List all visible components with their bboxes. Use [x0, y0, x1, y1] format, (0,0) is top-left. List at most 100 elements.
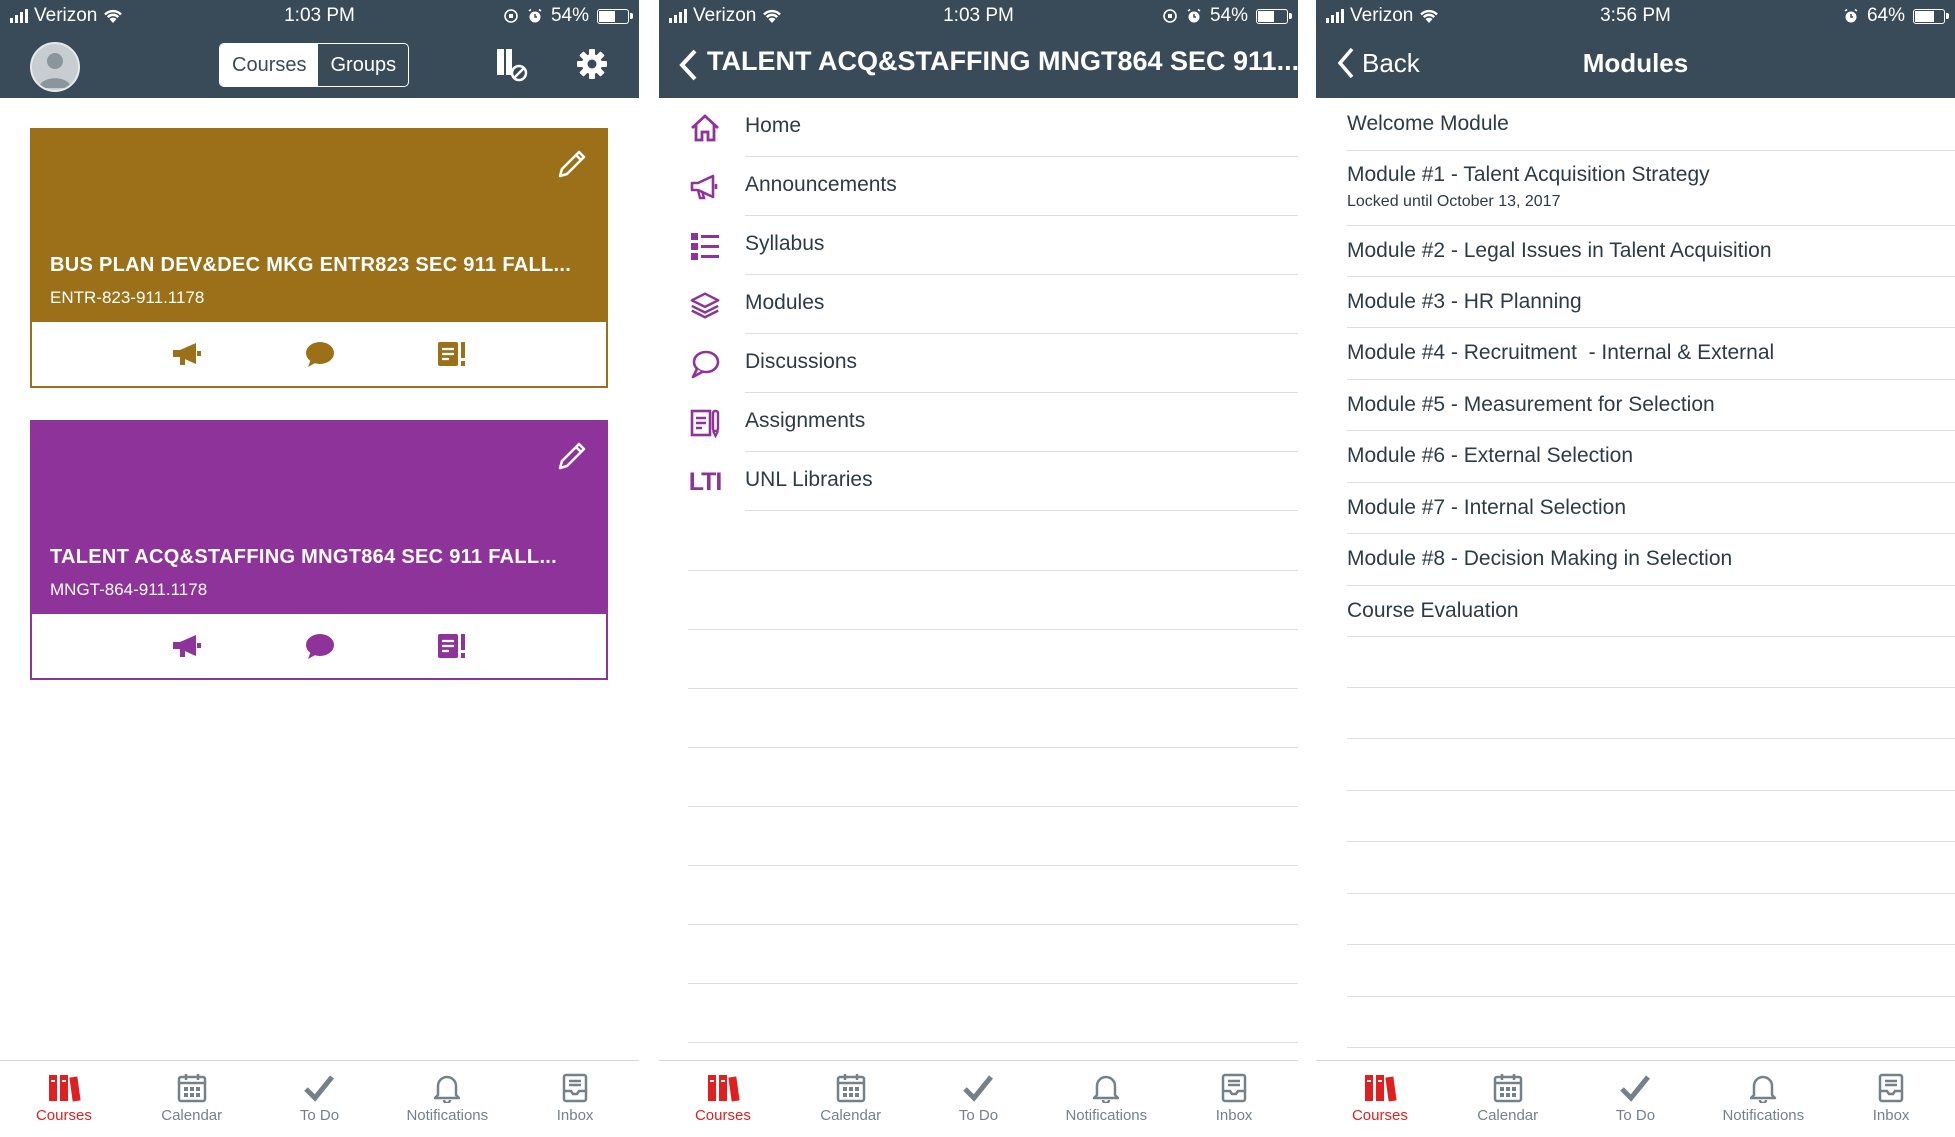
module-title: Module #5 - Measurement for Selection	[1347, 393, 1715, 416]
discussions-bubble-icon[interactable]	[304, 340, 336, 368]
menu-item-discussions[interactable]: Discussions	[659, 334, 1298, 393]
edit-dashboard-icon[interactable]	[493, 46, 531, 84]
course-card[interactable]: BUS PLAN DEV&DEC MKG ENTR823 SEC 911 FAL…	[30, 128, 608, 388]
checkmark-icon	[963, 1075, 994, 1102]
battery-icon	[597, 8, 633, 24]
menu-item-modules[interactable]: Modules	[659, 275, 1298, 334]
tab-label: To Do	[1615, 1107, 1656, 1124]
course-card-actions	[32, 614, 606, 678]
courses-icon	[48, 1075, 81, 1102]
chat-bubble-icon	[691, 350, 720, 379]
tab-label: Notifications	[1722, 1107, 1805, 1124]
menu-item-syllabus[interactable]: Syllabus	[659, 216, 1298, 275]
module-row[interactable]: Module #8 - Decision Making in Selection	[1347, 533, 1955, 586]
module-row[interactable]: Module #6 - External Selection	[1347, 430, 1955, 483]
groups-segment[interactable]: Groups	[318, 44, 408, 86]
back-chevron-icon[interactable]	[677, 48, 699, 82]
tab-label: Courses	[1351, 1107, 1408, 1124]
menu-item-label: Discussions	[745, 350, 858, 373]
tab-courses[interactable]: Courses	[1316, 1061, 1444, 1137]
module-row[interactable]: Module #4 - Recruitment - Internal & Ext…	[1347, 327, 1955, 380]
tab-label: Notifications	[1065, 1107, 1148, 1124]
inbox-icon	[562, 1073, 588, 1103]
settings-gear-icon[interactable]	[574, 46, 610, 82]
courses-groups-toggle: Courses Groups	[219, 43, 410, 87]
module-row[interactable]: Module #3 - HR Planning	[1347, 276, 1955, 328]
course-card-header[interactable]: TALENT ACQ&STAFFING MNGT864 SEC 911 FALL…	[32, 422, 606, 614]
tab-inbox[interactable]: Inbox	[1170, 1061, 1298, 1137]
course-card[interactable]: TALENT ACQ&STAFFING MNGT864 SEC 911 FALL…	[30, 420, 608, 680]
courses-icon	[1364, 1075, 1397, 1102]
course-menu-screen: Verizon 1:03 PM 54% TALENT ACQ&STAFFING …	[659, 0, 1298, 1137]
course-card-actions	[32, 322, 606, 386]
course-code: ENTR-823-911.1178	[50, 288, 205, 307]
module-title: Module #6 - External Selection	[1347, 444, 1633, 467]
module-row[interactable]: Module #5 - Measurement for Selection	[1347, 379, 1955, 431]
tab-todo[interactable]: To Do	[915, 1061, 1043, 1137]
edit-pencil-icon[interactable]	[554, 146, 590, 182]
tab-calendar[interactable]: Calendar	[1444, 1061, 1572, 1137]
avatar[interactable]	[30, 42, 80, 92]
checkmark-icon	[1620, 1075, 1651, 1102]
module-row[interactable]: Welcome Module	[1347, 98, 1955, 151]
discussions-bubble-icon[interactable]	[304, 632, 336, 660]
nav-bar: Courses Groups	[0, 32, 639, 98]
tab-label: Notifications	[406, 1107, 489, 1124]
tab-notifications[interactable]: Notifications	[383, 1061, 511, 1137]
edit-pencil-icon[interactable]	[554, 438, 590, 474]
menu-item-announcements[interactable]: Announcements	[659, 157, 1298, 216]
tab-notifications[interactable]: Notifications	[1042, 1061, 1170, 1137]
modules-screen: Verizon 3:56 PM 64% Back Modules Welcome…	[1316, 0, 1955, 1137]
tab-inbox[interactable]: Inbox	[511, 1061, 639, 1137]
alarm-icon	[1844, 8, 1858, 23]
status-bar: Verizon 3:56 PM 64%	[1316, 0, 1955, 32]
courses-icon	[707, 1075, 740, 1102]
tab-label: To Do	[299, 1107, 340, 1124]
module-row[interactable]: Module #7 - Internal Selection	[1347, 482, 1955, 534]
assignments-icon[interactable]	[436, 632, 468, 660]
tab-courses[interactable]: Courses	[0, 1061, 128, 1137]
tab-notifications[interactable]: Notifications	[1699, 1061, 1827, 1137]
assignments-icon[interactable]	[436, 340, 468, 368]
status-right: 54%	[503, 5, 633, 27]
module-title: Module #8 - Decision Making in Selection	[1347, 547, 1733, 570]
checkmark-icon	[304, 1075, 335, 1102]
module-title: Course Evaluation	[1347, 599, 1519, 622]
module-title: Module #4 - Recruitment - Internal & Ext…	[1347, 341, 1775, 364]
lti-text: LTI	[688, 467, 723, 496]
tab-calendar[interactable]: Calendar	[128, 1061, 256, 1137]
module-row[interactable]: Course Evaluation	[1347, 585, 1955, 637]
tab-calendar[interactable]: Calendar	[787, 1061, 915, 1137]
tab-todo[interactable]: To Do	[1572, 1061, 1700, 1137]
calendar-icon	[836, 1074, 865, 1103]
bell-icon	[1093, 1075, 1120, 1103]
tab-bar: Courses Calendar To Do Notifications Inb…	[659, 1060, 1298, 1137]
tab-courses[interactable]: Courses	[659, 1061, 787, 1137]
tab-inbox[interactable]: Inbox	[1827, 1061, 1955, 1137]
page-title: TALENT ACQ&STAFFING MNGT864 SEC 911...	[707, 46, 1298, 76]
course-card-header[interactable]: BUS PLAN DEV&DEC MKG ENTR823 SEC 911 FAL…	[32, 130, 606, 322]
status-right: 54%	[1162, 5, 1292, 27]
calendar-icon	[1493, 1074, 1522, 1103]
orientation-lock-icon	[504, 9, 518, 23]
menu-item-assignments[interactable]: Assignments	[659, 393, 1298, 452]
announcements-megaphone-icon[interactable]	[170, 632, 204, 660]
menu-item-home[interactable]: Home	[659, 98, 1298, 157]
tab-label: To Do	[958, 1107, 999, 1124]
tab-label: Calendar	[161, 1107, 223, 1124]
inbox-icon	[1878, 1073, 1904, 1103]
calendar-icon	[177, 1074, 206, 1103]
bell-icon	[1750, 1075, 1777, 1103]
announcements-megaphone-icon[interactable]	[170, 340, 204, 368]
bell-icon	[434, 1075, 461, 1103]
menu-item-unl-libraries[interactable]: LTI UNL Libraries	[659, 452, 1298, 511]
battery-percent: 64%	[1866, 5, 1905, 26]
module-row[interactable]: Module #2 - Legal Issues in Talent Acqui…	[1347, 225, 1955, 277]
module-row[interactable]: Module #1 - Talent Acquisition Strategy …	[1347, 150, 1955, 226]
menu-item-label: Assignments	[745, 409, 866, 432]
tab-todo[interactable]: To Do	[256, 1061, 384, 1137]
courses-segment[interactable]: Courses	[220, 44, 319, 86]
tab-label: Courses	[35, 1107, 92, 1124]
menu-item-label: Announcements	[745, 173, 897, 196]
inbox-icon	[1221, 1073, 1247, 1103]
